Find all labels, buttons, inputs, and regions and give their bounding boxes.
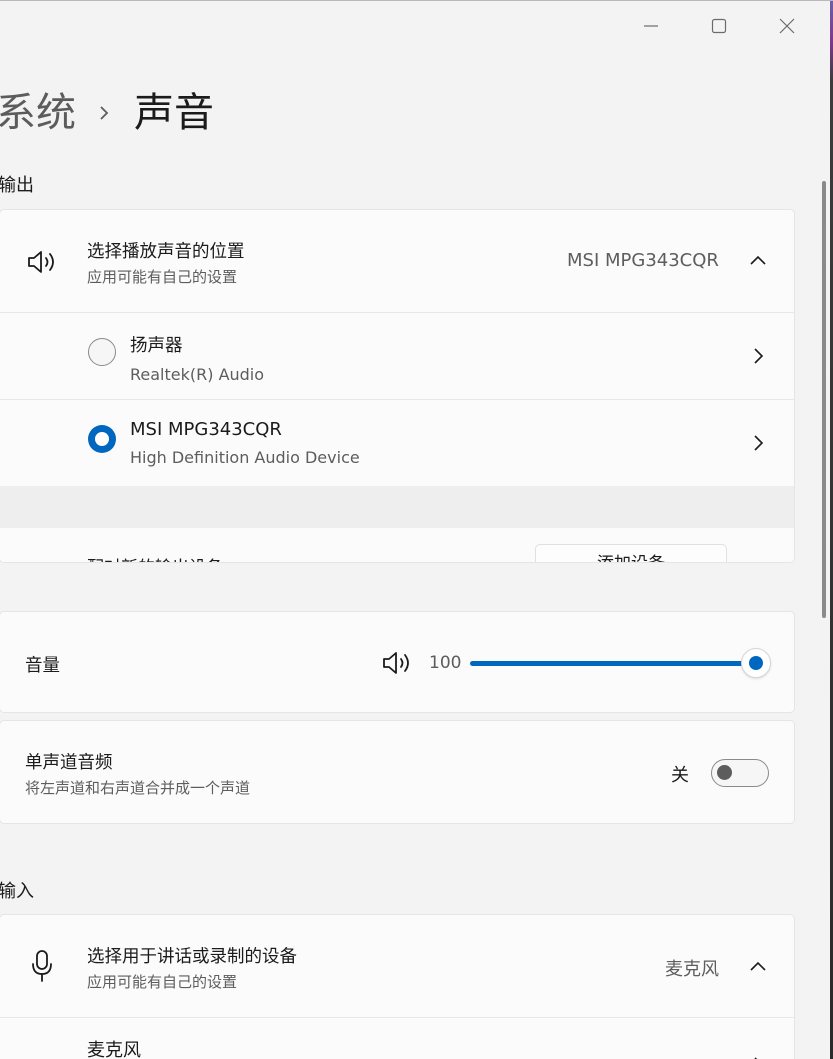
input-header-title: 选择用于讲话或录制的设备: [87, 947, 297, 967]
device-name: MSI MPG343CQR: [130, 419, 282, 440]
mono-subtitle: 将左声道和右声道合并成一个声道: [25, 779, 251, 797]
volume-slider-track[interactable]: [470, 661, 758, 666]
breadcrumb: 系统 声音: [0, 83, 214, 143]
maximize-button[interactable]: [685, 11, 753, 41]
mono-audio-toggle[interactable]: [711, 759, 769, 787]
output-device-row-speaker[interactable]: 扬声器 Realtek(R) Audio: [0, 312, 794, 399]
output-header-title: 选择播放声音的位置: [87, 242, 245, 262]
input-device-row-mic[interactable]: 麦克风: [0, 1017, 794, 1059]
volume-value: 100: [429, 653, 462, 673]
mono-audio-card: 单声道音频 将左声道和右声道合并成一个声道 关: [0, 720, 795, 824]
device-detail: High Definition Audio Device: [130, 448, 360, 467]
settings-window: 系统 声音 输出 选择播放声音的位置 应用可能有自己的设置 MSI MPG343…: [0, 0, 833, 1059]
pair-new-output-label: 配对新的输出设备: [87, 553, 223, 562]
device-name: 麦克风: [87, 1040, 141, 1059]
output-device-row-msi[interactable]: MSI MPG343CQR High Definition Audio Devi…: [0, 399, 794, 486]
output-device-header[interactable]: 选择播放声音的位置 应用可能有自己的设置 MSI MPG343CQR: [0, 210, 794, 312]
chevron-up-icon[interactable]: [749, 254, 767, 266]
toggle-knob: [717, 765, 732, 780]
page-title: 声音: [134, 90, 214, 136]
input-device-card: 选择用于讲话或录制的设备 应用可能有自己的设置 麦克风 麦克风: [0, 914, 795, 1059]
add-device-button[interactable]: 添加设备: [535, 544, 727, 562]
radio-speaker[interactable]: [88, 338, 116, 366]
volume-label: 音量: [25, 656, 60, 676]
speaker-icon: [28, 251, 54, 273]
input-device-header[interactable]: 选择用于讲话或录制的设备 应用可能有自己的设置 麦克风: [0, 915, 794, 1017]
microphone-icon: [32, 950, 52, 982]
divider-band: [0, 486, 794, 528]
device-detail: Realtek(R) Audio: [130, 365, 265, 384]
minimize-button[interactable]: [617, 11, 685, 41]
input-section-label: 输入: [0, 881, 34, 902]
maximize-icon: [711, 18, 727, 34]
scrollbar-thumb[interactable]: [822, 181, 826, 618]
title-bar-controls: [617, 11, 821, 41]
close-button[interactable]: [753, 11, 821, 41]
speaker-icon[interactable]: [381, 650, 415, 676]
input-selected-device: 麦克风: [665, 959, 719, 980]
mono-title: 单声道音频: [25, 753, 113, 773]
mono-state-label: 关: [671, 765, 689, 786]
chevron-right-icon: [98, 104, 110, 122]
output-device-card: 选择播放声音的位置 应用可能有自己的设置 MSI MPG343CQR 扬声器 R…: [0, 209, 795, 563]
volume-slider-thumb[interactable]: [741, 648, 771, 678]
radio-msi[interactable]: [88, 425, 116, 453]
chevron-right-icon[interactable]: [752, 347, 764, 365]
device-name: 扬声器: [130, 336, 183, 356]
output-header-subtitle: 应用可能有自己的设置: [87, 268, 238, 286]
close-icon: [779, 18, 795, 34]
input-header-subtitle: 应用可能有自己的设置: [87, 973, 238, 991]
pair-new-output-row: 配对新的输出设备 添加设备: [0, 528, 794, 562]
chevron-right-icon[interactable]: [752, 434, 764, 452]
output-section-label: 输出: [0, 175, 34, 196]
minimize-icon: [644, 25, 658, 27]
breadcrumb-parent[interactable]: 系统: [0, 83, 76, 143]
output-selected-device: MSI MPG343CQR: [567, 250, 719, 271]
chevron-up-icon[interactable]: [749, 960, 767, 972]
volume-card: 音量 100: [0, 611, 795, 713]
